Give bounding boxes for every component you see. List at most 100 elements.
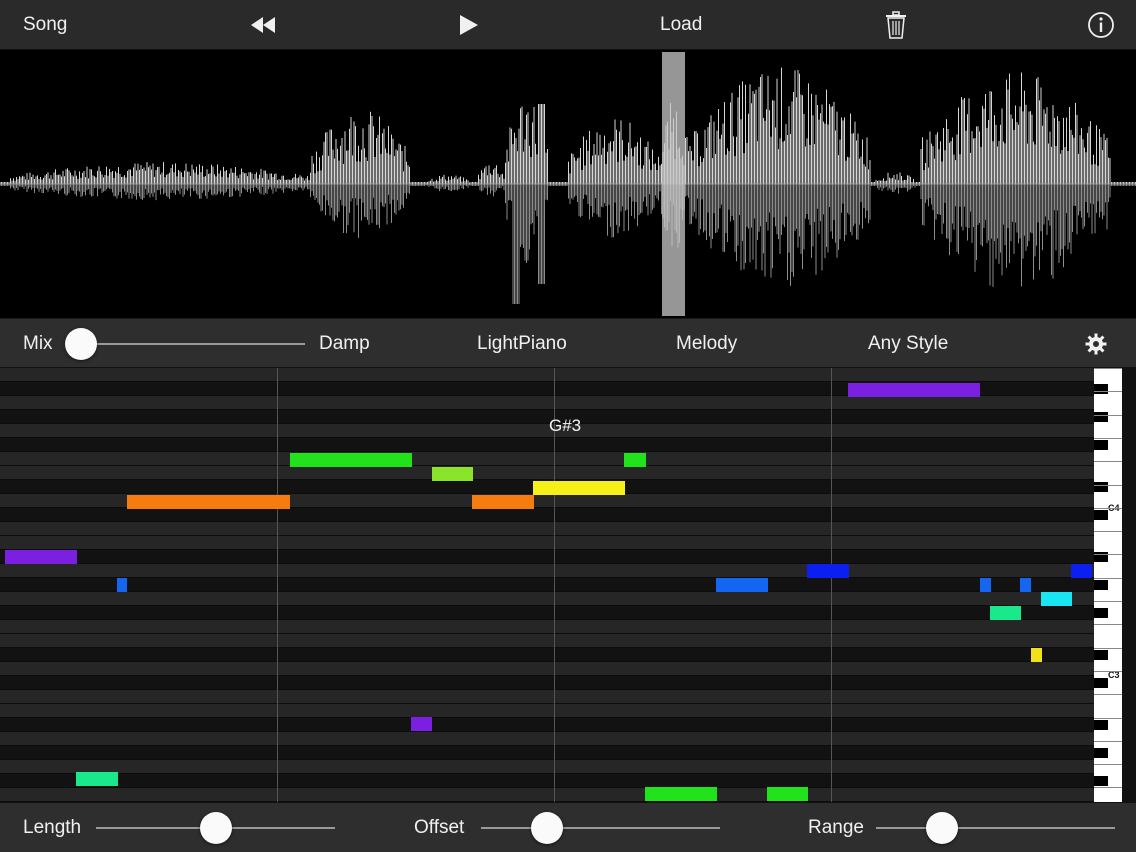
damp-label: Damp xyxy=(319,333,370,354)
song-button[interactable]: Song xyxy=(23,0,67,50)
roll-row xyxy=(0,690,1094,704)
range-slider-track[interactable] xyxy=(876,827,1115,829)
black-key[interactable] xyxy=(1094,776,1108,786)
mix-slider-track[interactable] xyxy=(80,343,305,345)
bar-line xyxy=(277,368,278,802)
black-key[interactable] xyxy=(1094,650,1108,660)
roll-row xyxy=(0,466,1094,480)
roll-row xyxy=(0,592,1094,606)
roll-row xyxy=(0,578,1094,592)
trash-icon[interactable] xyxy=(880,9,912,41)
offset-label: Offset xyxy=(414,817,465,838)
range-label: Range xyxy=(808,817,864,838)
note[interactable] xyxy=(472,495,534,509)
white-key-divider xyxy=(1094,437,1122,439)
instrument-selector[interactable]: LightPiano xyxy=(477,319,567,369)
mix-slider-knob[interactable] xyxy=(65,328,97,360)
roll-row xyxy=(0,606,1094,620)
roll-row xyxy=(0,424,1094,438)
white-key-divider xyxy=(1094,787,1122,789)
black-key[interactable] xyxy=(1094,720,1108,730)
bottom-bar: Length Offset Range xyxy=(0,802,1136,852)
note[interactable] xyxy=(432,467,473,481)
top-toolbar: Song Load xyxy=(0,0,1136,50)
note[interactable] xyxy=(290,453,412,467)
note[interactable] xyxy=(127,495,290,509)
length-label: Length xyxy=(23,817,82,838)
white-key-divider xyxy=(1094,531,1122,533)
white-key-divider xyxy=(1094,647,1122,649)
black-key[interactable] xyxy=(1094,748,1108,758)
gear-icon[interactable] xyxy=(1085,333,1107,355)
roll-row xyxy=(0,634,1094,648)
rewind-icon[interactable] xyxy=(247,9,279,41)
length-slider-knob[interactable] xyxy=(200,812,232,844)
roll-row xyxy=(0,746,1094,760)
black-key[interactable] xyxy=(1094,608,1108,618)
note[interactable] xyxy=(1020,578,1031,592)
style-selector[interactable]: Any Style xyxy=(868,319,948,369)
info-icon[interactable] xyxy=(1085,9,1117,41)
playhead[interactable] xyxy=(662,52,685,316)
note[interactable] xyxy=(1031,648,1042,662)
black-key[interactable] xyxy=(1094,580,1108,590)
note[interactable] xyxy=(117,578,127,592)
black-key[interactable] xyxy=(1094,440,1108,450)
black-key[interactable] xyxy=(1094,384,1108,394)
pitch-label: G#3 xyxy=(549,416,582,435)
offset-slider-knob[interactable] xyxy=(531,812,563,844)
roll-row xyxy=(0,732,1094,746)
piano-roll[interactable]: G#3 C4 C3 xyxy=(0,368,1136,802)
white-key-divider xyxy=(1094,577,1122,579)
black-key[interactable] xyxy=(1094,482,1108,492)
roll-row xyxy=(0,438,1094,452)
keyboard-edge xyxy=(1122,368,1136,802)
white-key-divider xyxy=(1094,601,1122,602)
bar-line xyxy=(831,368,832,802)
roll-row xyxy=(0,760,1094,774)
white-key-divider xyxy=(1094,391,1122,393)
roll-row xyxy=(0,704,1094,718)
black-key[interactable] xyxy=(1094,678,1108,688)
piano-keyboard[interactable]: C4 C3 xyxy=(1094,368,1122,802)
white-key-divider xyxy=(1094,717,1122,719)
part-selector[interactable]: Melody xyxy=(676,319,737,369)
mix-label: Mix xyxy=(23,333,53,354)
roll-row xyxy=(0,564,1094,578)
note[interactable] xyxy=(645,787,717,801)
waveform xyxy=(0,52,1136,316)
note[interactable] xyxy=(1041,592,1072,606)
roll-row xyxy=(0,774,1094,788)
black-key[interactable] xyxy=(1094,412,1108,422)
white-key-divider xyxy=(1094,368,1122,369)
roll-row xyxy=(0,508,1094,522)
note[interactable] xyxy=(533,481,625,495)
offset-slider-track[interactable] xyxy=(481,827,720,829)
roll-row xyxy=(0,536,1094,550)
white-key-divider xyxy=(1094,740,1122,742)
note[interactable] xyxy=(990,606,1021,620)
roll-row xyxy=(0,662,1094,676)
controls-bar: Mix Damp LightPiano Melody Any Style xyxy=(0,318,1136,368)
note[interactable] xyxy=(411,717,432,731)
note[interactable] xyxy=(624,453,646,467)
roll-row xyxy=(0,620,1094,634)
note[interactable] xyxy=(848,383,980,397)
note[interactable] xyxy=(980,578,991,592)
white-key-divider xyxy=(1094,461,1122,463)
note[interactable] xyxy=(807,564,849,578)
note[interactable] xyxy=(716,578,768,592)
note[interactable] xyxy=(5,550,77,564)
note[interactable] xyxy=(76,772,118,786)
range-slider-knob[interactable] xyxy=(926,812,958,844)
load-button[interactable]: Load xyxy=(660,0,702,50)
note[interactable] xyxy=(1071,564,1092,578)
note[interactable] xyxy=(767,787,808,801)
black-key[interactable] xyxy=(1094,510,1108,520)
play-icon[interactable] xyxy=(453,9,485,41)
roll-row xyxy=(0,648,1094,662)
roll-row xyxy=(0,676,1094,690)
white-key-divider xyxy=(1094,484,1122,486)
roll-row xyxy=(0,396,1094,410)
waveform-view[interactable] xyxy=(0,50,1136,318)
